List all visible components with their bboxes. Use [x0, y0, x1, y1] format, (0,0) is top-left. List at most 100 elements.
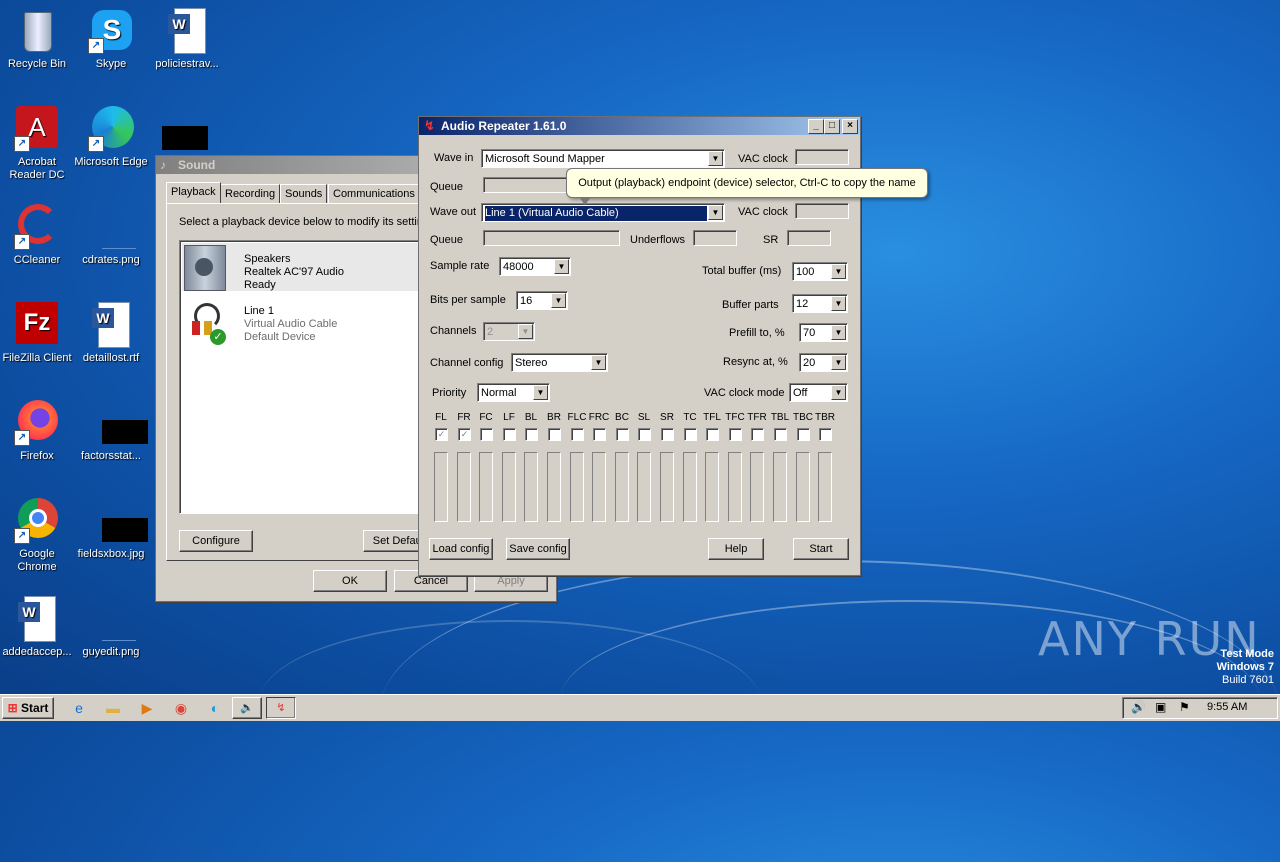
ie-icon[interactable]: e — [68, 698, 90, 718]
chevron-down-icon: ▼ — [831, 355, 846, 370]
buffer-parts-select[interactable]: 12 ▼ — [792, 294, 848, 313]
wave-in-select[interactable]: Microsoft Sound Mapper ▼ — [481, 149, 725, 168]
channel-checkbox[interactable] — [706, 428, 719, 441]
channel-checkbox[interactable]: ✓ — [458, 428, 471, 441]
tab-playback[interactable]: Playback — [166, 182, 221, 203]
repeater-app-icon: ↯ — [276, 702, 286, 714]
channel-checkbox[interactable] — [684, 428, 697, 441]
desktop-icon-filezilla[interactable]: Fz FileZilla Client — [0, 302, 74, 365]
start-button[interactable]: Start — [793, 538, 849, 560]
vac-clock-out-field — [795, 203, 849, 219]
chevron-down-icon: ▼ — [554, 259, 569, 274]
desktop-icon-skype[interactable]: S ↗ Skype — [74, 8, 148, 71]
edge-icon: ↗ — [88, 106, 134, 152]
sound-taskbar-button[interactable]: 🔈 — [232, 697, 262, 719]
desktop-icon-guyedit[interactable]: guyedit.png — [74, 596, 148, 659]
clock[interactable]: 9:55 AM — [1207, 701, 1247, 713]
channel-checkbox[interactable] — [638, 428, 651, 441]
tab-communications[interactable]: Communications — [328, 184, 420, 204]
channel-checkbox[interactable] — [797, 428, 810, 441]
desktop-icon-addedaccep[interactable]: W addedaccep... — [0, 596, 74, 659]
channel-level-meter — [683, 452, 697, 522]
desktop-icon-policiestrav[interactable]: W policiestrav... — [150, 8, 224, 71]
system-tray: 🔊 ▣ ⚑ 9:55 AM — [1122, 697, 1278, 719]
cable-device-icon: ✓ — [188, 299, 226, 345]
channel-checkbox[interactable] — [503, 428, 516, 441]
action-center-flag-icon[interactable]: ⚑ — [1179, 700, 1190, 714]
prefill-select[interactable]: 70 ▼ — [799, 323, 848, 342]
total-buffer-select[interactable]: 100 ▼ — [792, 262, 848, 281]
channel-checkbox[interactable]: ✓ — [435, 428, 448, 441]
channel-checkbox[interactable] — [548, 428, 561, 441]
desktop-icon-ccleaner[interactable]: ↗ CCleaner — [0, 204, 74, 267]
desktop-icon-factorsstat[interactable]: factorsstat... — [74, 400, 148, 463]
channel-checkbox[interactable] — [661, 428, 674, 441]
device-detail: Realtek AC'97 Audio — [244, 266, 344, 278]
channel-checkbox[interactable] — [751, 428, 764, 441]
channel-level-meter — [547, 452, 561, 522]
network-icon[interactable]: ▣ — [1155, 700, 1166, 714]
channel-checkbox[interactable] — [774, 428, 787, 441]
desktop-icon-cdrates[interactable]: cdrates.png — [74, 204, 148, 267]
media-player-icon[interactable]: ▶ — [136, 698, 158, 718]
channels-label: Channels — [430, 325, 477, 337]
sample-rate-select[interactable]: 48000 ▼ — [499, 257, 571, 276]
channel-header: BL — [524, 412, 538, 423]
volume-icon[interactable]: 🔊 — [1131, 700, 1146, 714]
help-button[interactable]: Help — [708, 538, 764, 560]
repeater-titlebar[interactable]: ↯ Audio Repeater 1.61.0 _ □ × — [419, 117, 860, 135]
desktop-icon-detaillost[interactable]: W detaillost.rtf — [74, 302, 148, 365]
minimize-button[interactable]: _ — [808, 119, 824, 134]
chrome-taskbar-icon[interactable]: ◉ — [170, 698, 192, 718]
channel-header: TFC — [725, 412, 745, 423]
wave-out-select[interactable]: Line 1 (Virtual Audio Cable) ▼ — [481, 203, 725, 222]
speaker-icon: ♪ — [160, 158, 166, 172]
channel-header: TBC — [793, 412, 813, 423]
channel-checkbox[interactable] — [480, 428, 493, 441]
png-file-icon — [88, 204, 136, 250]
filezilla-icon: Fz — [14, 302, 60, 348]
tab-recording[interactable]: Recording — [220, 184, 281, 204]
explorer-folder-icon[interactable]: ▬ — [102, 698, 124, 718]
desktop-icon-edge[interactable]: ↗ Microsoft Edge — [74, 106, 148, 169]
tab-sounds[interactable]: Sounds — [280, 184, 328, 204]
channel-checkbox[interactable] — [525, 428, 538, 441]
desktop-icon-firefox[interactable]: ↗ Firefox — [0, 400, 74, 463]
device-item-line1[interactable]: ✓ Line 1 Virtual Audio Cable Default Dev… — [182, 295, 440, 345]
playback-instruction: Select a playback device below to modify… — [179, 216, 438, 228]
repeater-taskbar-button[interactable]: ↯ — [266, 697, 296, 719]
load-config-button[interactable]: Load config — [429, 538, 493, 560]
device-item-speakers[interactable]: Speakers Realtek AC'97 Audio Ready — [182, 243, 440, 291]
device-list[interactable]: Speakers Realtek AC'97 Audio Ready ✓ Lin… — [179, 240, 441, 514]
channel-checkbox[interactable] — [729, 428, 742, 441]
channel-checkbox[interactable] — [616, 428, 629, 441]
close-button[interactable]: × — [842, 119, 858, 134]
channel-header: FL — [435, 412, 447, 423]
save-config-button[interactable]: Save config — [506, 538, 570, 560]
start-menu-button[interactable]: ⊞ Start — [2, 697, 54, 719]
vac-clock-label-in: VAC clock — [738, 153, 788, 165]
chevron-down-icon: ▼ — [831, 264, 846, 279]
word-document-icon: W — [88, 302, 134, 348]
desktop-icon-chrome[interactable]: ↗ Google Chrome — [0, 498, 74, 574]
redacted-block — [162, 126, 208, 150]
ok-button[interactable]: OK — [313, 570, 387, 592]
resync-select[interactable]: 20 ▼ — [799, 353, 848, 372]
bits-per-sample-select[interactable]: 16 ▼ — [516, 291, 568, 310]
channels-select[interactable]: 2 ▼ — [483, 322, 535, 341]
channel-checkbox[interactable] — [571, 428, 584, 441]
channel-level-meter — [796, 452, 810, 522]
desktop-icon-acrobat[interactable]: A ↗ Acrobat Reader DC — [0, 106, 74, 182]
maximize-button[interactable]: □ — [824, 119, 840, 134]
channel-checkbox[interactable] — [593, 428, 606, 441]
channel-config-select[interactable]: Stereo ▼ — [511, 353, 608, 372]
configure-button[interactable]: Configure — [179, 530, 253, 552]
channel-checkbox[interactable] — [819, 428, 832, 441]
channel-header: SR — [660, 412, 674, 423]
desktop-icon-recycle-bin[interactable]: Recycle Bin — [0, 8, 74, 71]
vac-clock-mode-select[interactable]: Off ▼ — [789, 383, 848, 402]
desktop-icon-fieldsxbox[interactable]: fieldsxbox.jpg — [74, 498, 148, 561]
edge-taskbar-icon[interactable]: ◐ — [204, 698, 226, 718]
channel-level-meter — [615, 452, 629, 522]
priority-select[interactable]: Normal ▼ — [477, 383, 550, 402]
